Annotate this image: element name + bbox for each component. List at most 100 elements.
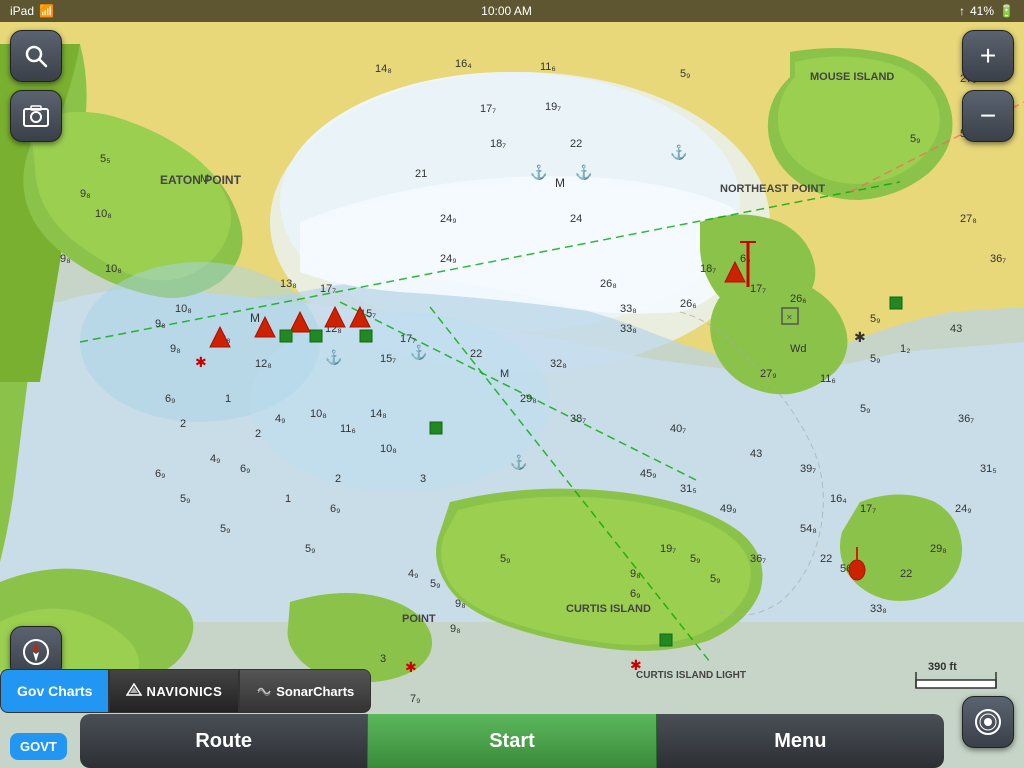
search-button[interactable]: [10, 30, 62, 82]
menu-button[interactable]: Menu: [657, 714, 944, 768]
map-canvas[interactable]: 14₈ 16₄ 11₆ 5₉ 27₉ 17₇ 19₇ 22 M 24 21 24…: [0, 22, 1024, 768]
svg-text:5₉: 5₉: [710, 573, 720, 585]
svg-text:24₉: 24₉: [440, 213, 457, 225]
svg-text:18₇: 18₇: [700, 263, 716, 275]
svg-text:16₄: 16₄: [455, 58, 472, 70]
svg-text:29₈: 29₈: [930, 543, 947, 555]
svg-text:21: 21: [415, 168, 427, 180]
svg-text:32₈: 32₈: [550, 358, 567, 370]
svg-text:16₄: 16₄: [830, 493, 847, 505]
svg-text:26₆: 26₆: [680, 298, 697, 310]
navionics-tab[interactable]: NAVIONICS: [109, 669, 239, 713]
svg-text:M: M: [250, 311, 260, 325]
sonarcharts-label: SonarCharts: [276, 684, 354, 699]
svg-text:6₉: 6₉: [330, 503, 340, 515]
svg-text:10₈: 10₈: [105, 263, 122, 275]
svg-text:5₉: 5₉: [680, 68, 690, 80]
svg-text:14₈: 14₈: [375, 63, 392, 75]
eaton-point-label: EATON POINT: [160, 173, 242, 187]
zoom-in-button[interactable]: +: [962, 30, 1014, 82]
gov-charts-label: Gov Charts: [17, 683, 92, 699]
svg-text:5₅: 5₅: [100, 153, 111, 165]
sonarcharts-tab[interactable]: SonarCharts: [239, 669, 371, 713]
svg-text:11₆: 11₆: [340, 423, 356, 435]
svg-text:POINT: POINT: [402, 613, 436, 625]
svg-text:26₈: 26₈: [600, 278, 617, 290]
svg-text:12₈: 12₈: [255, 358, 272, 370]
svg-text:5₉: 5₉: [870, 313, 880, 325]
route-label: Route: [195, 730, 252, 753]
route-button[interactable]: Route: [80, 714, 368, 768]
battery-level: 41%: [970, 4, 994, 18]
svg-text:5₉: 5₉: [180, 493, 190, 505]
svg-text:9₈: 9₈: [155, 318, 166, 330]
svg-text:4₉: 4₉: [275, 413, 285, 425]
svg-text:✱: ✱: [405, 659, 417, 675]
svg-text:22: 22: [470, 348, 482, 360]
menu-label: Menu: [774, 730, 826, 753]
svg-text:⚓: ⚓: [575, 164, 592, 181]
svg-text:M: M: [555, 176, 565, 190]
svg-text:38₇: 38₇: [570, 413, 586, 425]
svg-text:1: 1: [225, 393, 231, 405]
svg-text:17₇: 17₇: [480, 103, 496, 115]
svg-text:13₈: 13₈: [280, 278, 297, 290]
svg-text:⚓: ⚓: [510, 454, 527, 471]
svg-text:5₉: 5₉: [860, 403, 870, 415]
svg-text:33₈: 33₈: [870, 603, 887, 615]
svg-text:36₇: 36₇: [750, 553, 766, 565]
svg-text:26₆: 26₆: [790, 293, 807, 305]
camera-button[interactable]: [10, 90, 62, 142]
battery-arrow-icon: ↑: [959, 4, 965, 18]
svg-text:33₈: 33₈: [620, 323, 637, 335]
gov-charts-tab[interactable]: Gov Charts: [0, 669, 109, 713]
svg-text:19₇: 19₇: [545, 101, 561, 113]
svg-text:3: 3: [420, 473, 426, 485]
svg-text:⚓: ⚓: [410, 344, 427, 361]
svg-text:9₈: 9₈: [450, 623, 461, 635]
svg-text:✱: ✱: [630, 657, 642, 673]
svg-text:✕: ✕: [786, 313, 793, 322]
svg-text:6₉: 6₉: [240, 463, 250, 475]
svg-text:5₉: 5₉: [910, 133, 920, 145]
svg-text:2: 2: [255, 428, 261, 440]
svg-text:43: 43: [750, 448, 762, 460]
svg-text:24₉: 24₉: [440, 253, 457, 265]
chart-selector: Gov Charts NAVIONICS SonarCharts: [0, 669, 371, 713]
svg-text:11₆: 11₆: [540, 61, 556, 73]
zoom-out-button[interactable]: −: [962, 90, 1014, 142]
svg-text:31₅: 31₅: [680, 483, 697, 495]
svg-text:3: 3: [380, 653, 386, 665]
device-label: iPad: [10, 4, 34, 18]
svg-text:6₉: 6₉: [630, 588, 640, 600]
svg-text:45₉: 45₉: [640, 468, 657, 480]
svg-text:10₈: 10₈: [380, 443, 397, 455]
svg-text:M: M: [500, 368, 509, 380]
svg-text:390 ft: 390 ft: [928, 661, 957, 673]
svg-text:22: 22: [820, 553, 832, 565]
svg-text:22: 22: [900, 568, 912, 580]
svg-text:31₅: 31₅: [980, 463, 997, 475]
svg-text:24₉: 24₉: [955, 503, 972, 515]
svg-text:✱: ✱: [854, 329, 866, 345]
northeast-point-label: NORTHEAST POINT: [720, 183, 825, 195]
zoom-in-icon: +: [980, 42, 996, 70]
svg-text:5₉: 5₉: [305, 543, 315, 555]
svg-text:15₇: 15₇: [380, 353, 396, 365]
svg-text:14₈: 14₈: [370, 408, 387, 420]
status-bar: iPad 📶 10:00 AM ↑ 41% 🔋: [0, 0, 1024, 22]
start-label: Start: [489, 730, 535, 753]
curtis-island-light-label: CURTIS ISLAND LIGHT: [636, 670, 746, 681]
start-button[interactable]: Start: [368, 714, 656, 768]
svg-text:1: 1: [285, 493, 291, 505]
bottom-toolbar: Route Start Menu: [0, 714, 1024, 768]
svg-text:24: 24: [570, 213, 582, 225]
svg-text:39₇: 39₇: [800, 463, 816, 475]
svg-text:19₇: 19₇: [660, 543, 676, 555]
svg-text:4₉: 4₉: [210, 453, 220, 465]
time-display: 10:00 AM: [481, 4, 532, 18]
svg-text:⚓: ⚓: [530, 164, 547, 181]
svg-text:5₉: 5₉: [500, 553, 510, 565]
svg-text:54₈: 54₈: [800, 523, 817, 535]
svg-text:27₈: 27₈: [960, 213, 977, 225]
